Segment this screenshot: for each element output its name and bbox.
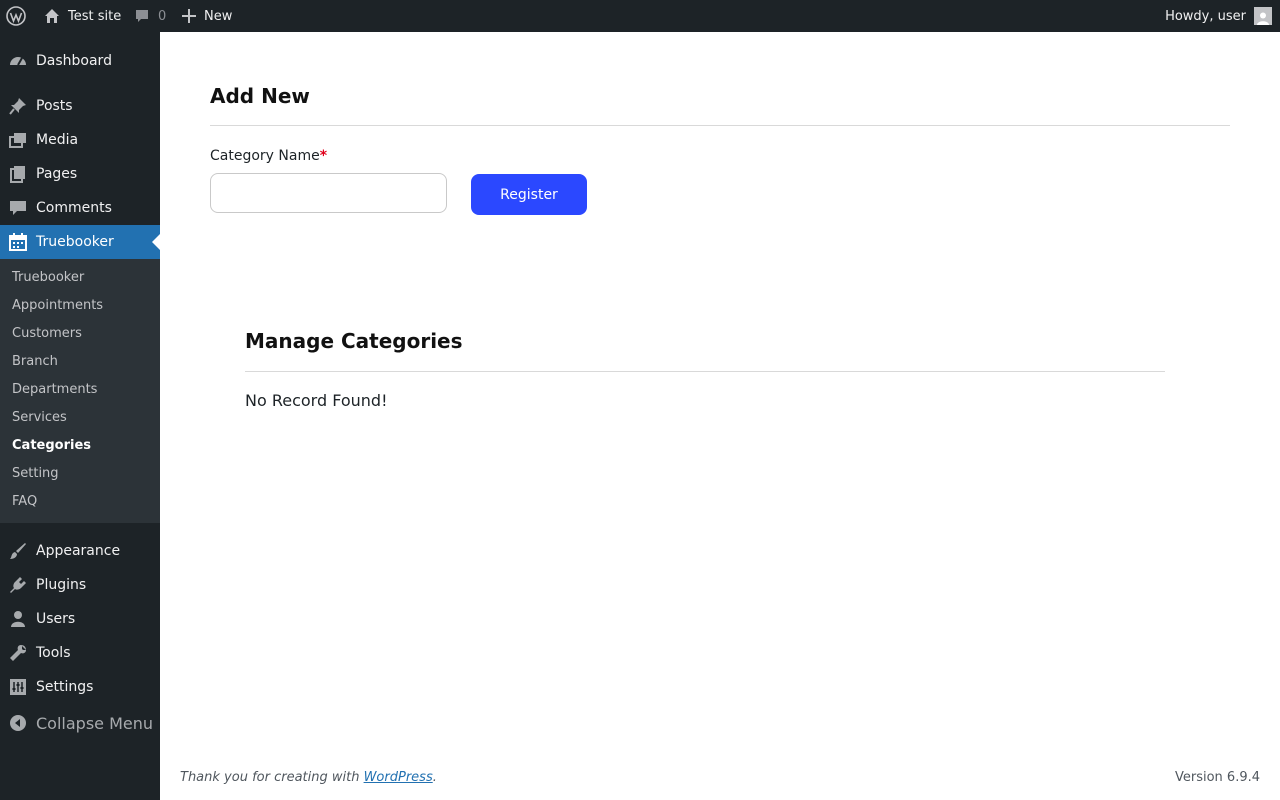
submenu-item-categories[interactable]: Categories xyxy=(12,438,91,453)
submenu-item-truebooker[interactable]: Truebooker xyxy=(12,270,84,285)
submenu-item-customers[interactable]: Customers xyxy=(12,326,82,341)
footer-thanks-prefix: Thank you for creating with xyxy=(180,770,364,785)
category-name-label-text: Category Name xyxy=(210,148,320,164)
sidebar-item-label: Pages xyxy=(36,166,78,182)
sidebar-item-users[interactable]: Users xyxy=(0,602,160,636)
sidebar-item-label: Tools xyxy=(36,645,71,661)
comments-link[interactable]: 0 xyxy=(134,0,166,32)
wordpress-link[interactable]: WordPress xyxy=(364,770,433,785)
calendar-icon xyxy=(8,232,28,252)
sidebar-item-label: Posts xyxy=(36,98,73,114)
settings-icon xyxy=(8,677,28,697)
sidebar-item-dashboard[interactable]: Dashboard xyxy=(0,44,160,78)
manage-categories-title: Manage Categories xyxy=(245,329,463,353)
divider xyxy=(210,125,1230,126)
avatar xyxy=(1254,7,1272,25)
plug-icon xyxy=(8,575,28,595)
sidebar-item-pages[interactable]: Pages xyxy=(0,157,160,191)
comment-bubble-icon xyxy=(134,8,150,24)
submenu-item-departments[interactable]: Departments xyxy=(12,382,97,397)
add-new-title: Add New xyxy=(210,84,310,108)
sidebar-item-label: Truebooker xyxy=(36,234,114,250)
footer-thanks: Thank you for creating with WordPress. xyxy=(180,770,437,785)
sidebar-item-label: Media xyxy=(36,132,79,148)
truebooker-submenu: Truebooker Appointments Customers Branch… xyxy=(0,259,160,523)
register-button[interactable]: Register xyxy=(471,174,587,215)
sidebar-item-label: Dashboard xyxy=(36,53,112,69)
sidebar-item-label: Users xyxy=(36,611,76,627)
wrench-icon xyxy=(8,643,28,663)
required-mark: * xyxy=(319,148,328,164)
site-name: Test site xyxy=(68,8,122,24)
howdy-text: Howdy, user xyxy=(1165,8,1246,24)
sidebar-item-truebooker[interactable]: Truebooker xyxy=(0,225,160,259)
brush-icon xyxy=(8,541,28,561)
empty-state-message: No Record Found! xyxy=(245,391,388,410)
collapse-arrow-icon xyxy=(8,713,28,733)
sidebar-item-label: Plugins xyxy=(36,577,87,593)
home-icon xyxy=(44,8,60,24)
sidebar-item-label: Comments xyxy=(36,200,112,216)
sidebar-item-label: Settings xyxy=(36,679,94,695)
sidebar-item-posts[interactable]: Posts xyxy=(0,89,160,123)
collapse-menu-button[interactable]: Collapse Menu xyxy=(0,709,160,737)
sidebar-item-settings[interactable]: Settings xyxy=(0,670,160,704)
category-name-label: Category Name* xyxy=(210,148,327,164)
submenu-item-branch[interactable]: Branch xyxy=(12,354,58,369)
footer-version: Version 6.9.4 xyxy=(1174,770,1260,785)
admin-bar: Test site 0 New Howdy, user xyxy=(0,0,1280,32)
dashboard-icon xyxy=(8,51,28,71)
divider xyxy=(245,371,1165,372)
sidebar-item-tools[interactable]: Tools xyxy=(0,636,160,670)
sidebar-item-appearance[interactable]: Appearance xyxy=(0,534,160,568)
user-icon xyxy=(8,609,28,629)
sidebar-item-media[interactable]: Media xyxy=(0,123,160,157)
footer-thanks-suffix: . xyxy=(432,770,437,785)
new-content-link[interactable]: New xyxy=(182,0,232,32)
site-name-link[interactable]: Test site xyxy=(44,0,121,32)
submenu-item-setting[interactable]: Setting xyxy=(12,466,59,481)
submenu-item-faq[interactable]: FAQ xyxy=(12,494,37,509)
collapse-menu-label: Collapse Menu xyxy=(36,713,154,733)
submenu-item-appointments[interactable]: Appointments xyxy=(12,298,103,313)
sidebar-item-comments[interactable]: Comments xyxy=(0,191,160,225)
admin-sidebar: Dashboard Posts Media Pages Comments Tru… xyxy=(0,32,160,800)
wordpress-logo-icon[interactable] xyxy=(6,0,28,32)
comment-icon xyxy=(8,198,28,218)
sidebar-item-label: Appearance xyxy=(36,543,121,559)
plus-icon xyxy=(182,9,196,23)
pin-icon xyxy=(8,96,28,116)
sidebar-item-plugins[interactable]: Plugins xyxy=(0,568,160,602)
comment-count: 0 xyxy=(158,8,167,24)
media-icon xyxy=(8,130,28,150)
my-account-link[interactable]: Howdy, user xyxy=(1165,0,1272,32)
submenu-item-services[interactable]: Services xyxy=(12,410,67,425)
new-label: New xyxy=(204,8,233,24)
pages-icon xyxy=(8,164,28,184)
main-content: Add New Category Name* Register Manage C… xyxy=(160,32,1280,800)
category-name-input[interactable] xyxy=(210,173,447,213)
